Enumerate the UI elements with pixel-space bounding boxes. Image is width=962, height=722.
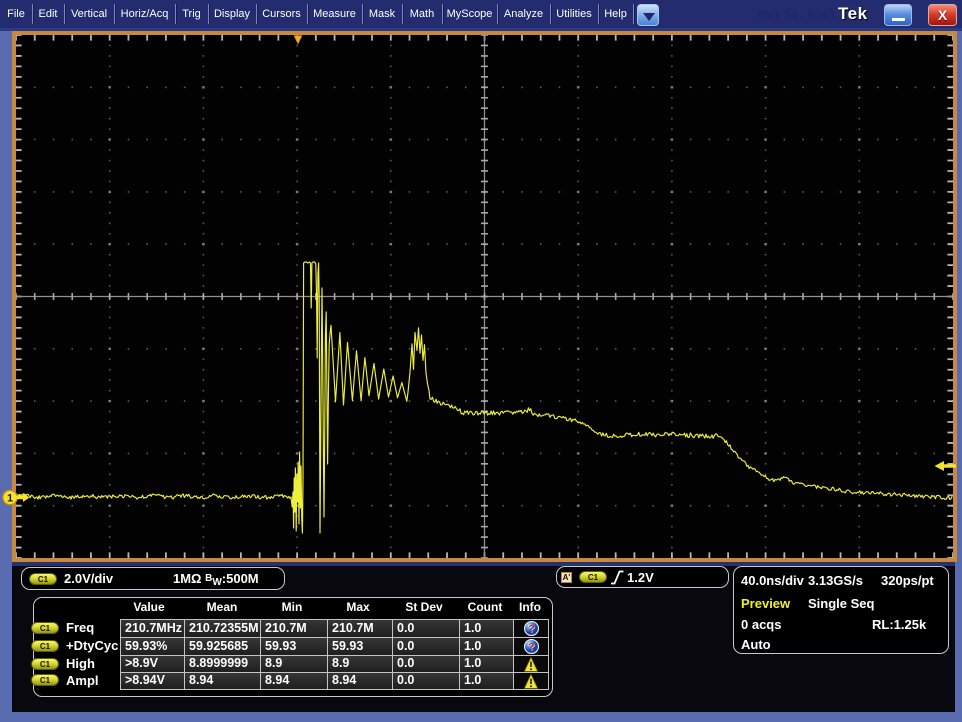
svg-text:?: ? (528, 641, 534, 653)
svg-text:?: ? (528, 623, 534, 635)
svg-text:1: 1 (7, 493, 13, 505)
